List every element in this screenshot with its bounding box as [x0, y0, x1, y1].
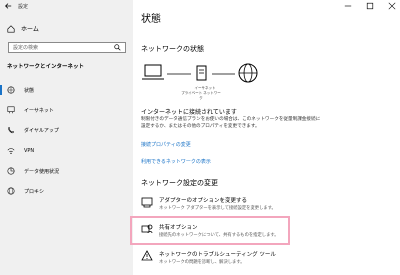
troubleshooter-item[interactable]: ネットワークのトラブルシューティング ツール ネットワークの問題を診断し、解決し…: [141, 250, 301, 265]
title-bar: 設定: [0, 0, 133, 12]
sidebar-item-dialup[interactable]: ダイヤルアップ: [7, 124, 59, 136]
globe-icon: [7, 187, 15, 195]
ethernet-icon: [7, 106, 15, 114]
sidebar-item-ethernet[interactable]: イーサネット: [7, 104, 54, 116]
show-available-networks-link[interactable]: 利用できるネットワークの表示: [141, 158, 211, 165]
computer-icon: [142, 64, 164, 80]
home-label: ホーム: [21, 26, 39, 33]
search-placeholder: 設定の検索: [13, 45, 39, 51]
change-settings-heading: ネットワーク設定の変更: [141, 179, 218, 187]
vpn-icon: [7, 148, 15, 155]
window-controls: [344, 2, 396, 10]
phone-icon: [8, 127, 14, 134]
back-arrow-icon[interactable]: [4, 2, 12, 10]
sidebar-item-label: 状態: [24, 87, 35, 94]
sidebar: 設定 ホーム 設定の検索 ネットワークとインターネット 状態 イーサネット ダイ…: [0, 0, 133, 275]
network-status-heading: ネットワークの状態: [141, 45, 204, 53]
sidebar-item-label: ダイヤルアップ: [24, 127, 59, 134]
sidebar-item-vpn[interactable]: VPN: [7, 145, 34, 157]
option-desc: ネットワーク アダプターを表示して接続設定を変更します。: [159, 206, 276, 211]
sidebar-item-label: VPN: [24, 148, 35, 154]
option-title: アダプターのオプションを変更する: [159, 198, 248, 204]
app-title: 設定: [18, 3, 29, 10]
connected-title: インターネットに接続されています: [141, 109, 237, 116]
globe-icon: [7, 86, 15, 94]
sidebar-item-label: データ使用状況: [24, 168, 60, 175]
sidebar-item-data-usage[interactable]: データ使用状況: [7, 165, 59, 177]
option-desc: ネットワークの問題を診断し、解決します。: [159, 260, 245, 265]
option-title: ネットワークのトラブルシューティング ツール: [159, 252, 276, 258]
adapter-icon: [141, 197, 153, 208]
minimize-icon[interactable]: [344, 2, 352, 10]
sidebar-item-proxy[interactable]: プロキシ: [7, 185, 44, 197]
search-input[interactable]: 設定の検索: [8, 42, 126, 53]
ethernet-port-icon: [196, 65, 207, 81]
change-properties-link[interactable]: 接続プロパティの変更: [141, 141, 191, 148]
data-usage-icon: [7, 167, 15, 175]
section-title: ネットワークとインターネット: [7, 64, 85, 70]
internet-globe-icon: [238, 63, 258, 83]
maximize-icon[interactable]: [366, 2, 374, 10]
page-title: 状態: [141, 14, 161, 25]
adapter-options-item[interactable]: アダプターのオプションを変更する ネットワーク アダプターを表示して接続設定を変…: [141, 196, 301, 211]
connected-description: 制限付きのデータ通信プランをお使いの場合は、このネットワークを従量制課金接続に設…: [141, 117, 321, 129]
home-button[interactable]: ホーム: [7, 24, 39, 33]
private-network-label: プライベート ネットワーク: [181, 91, 221, 100]
home-icon: [7, 24, 15, 33]
close-icon[interactable]: [388, 2, 396, 10]
sidebar-item-label: プロキシ: [24, 188, 45, 195]
search-icon: [114, 44, 121, 51]
highlight-box: [130, 216, 290, 245]
warning-icon: [141, 250, 153, 261]
sidebar-item-status[interactable]: 状態: [0, 84, 35, 96]
sidebar-item-label: イーサネット: [24, 107, 54, 114]
